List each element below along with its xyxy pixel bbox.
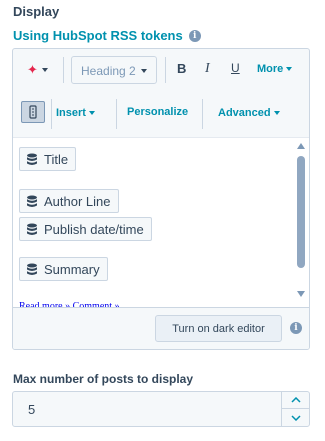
chevron-down-icon [88,111,95,115]
sparkle-icon: ✦ [27,62,38,77]
chevron-down-icon [141,69,147,73]
personalize-button[interactable]: Personalize [127,106,188,118]
info-icon[interactable]: i [290,322,302,334]
scroll-up-icon[interactable] [297,143,305,149]
toolbar-row-2: Insert Personalize Advanced [13,91,309,139]
italic-button[interactable]: I [205,61,210,77]
source-code-button[interactable] [21,101,45,123]
underline-button[interactable]: U [231,61,240,75]
toolbar-divider [116,99,117,129]
editor-scrollbar[interactable] [295,138,307,308]
bold-button[interactable]: B [177,61,186,76]
insert-label: Insert [56,107,86,119]
chevron-down-icon [41,68,48,72]
heading-style-select[interactable]: Heading 2 [71,56,157,84]
chevron-down-icon [286,67,293,71]
insert-menu-button[interactable]: Insert [56,107,95,119]
source-code-icon [29,105,37,119]
token-label: Publish date/time [44,221,144,237]
toolbar-divider [165,57,166,83]
more-menu-button[interactable]: More [257,63,293,75]
more-label: More [257,63,284,75]
token-chip[interactable]: Publish date/time [19,217,152,241]
max-posts-label: Max number of posts to display [13,372,194,386]
scroll-thumb[interactable] [297,156,305,268]
database-icon [27,263,37,275]
decrement-button[interactable] [282,409,309,426]
database-icon [27,153,37,165]
quantity-stepper [281,392,309,426]
token-chip[interactable]: Title [19,147,77,171]
chevron-down-icon [273,111,280,115]
token-chip[interactable]: Summary [19,257,108,281]
toolbar-divider [51,99,52,129]
database-icon [27,195,37,207]
max-posts-value: 5 [28,402,36,417]
increment-button[interactable] [282,392,309,409]
toolbar-divider [202,99,203,129]
toolbar-divider [63,57,64,83]
heading-select-value: Heading 2 [81,64,136,78]
token-chip[interactable]: Author Line [19,189,119,213]
editor-content[interactable]: Title Author Line Publish date/time Summ… [13,137,309,308]
rich-text-editor: ✦ Heading 2 B I U More Insert Personaliz… [12,48,310,350]
advanced-label: Advanced [218,107,271,119]
ai-assist-button[interactable]: ✦ [27,62,48,78]
advanced-menu-button[interactable]: Advanced [218,107,280,119]
rss-tokens-link[interactable]: Using HubSpot RSS tokens [13,28,183,43]
token-label: Author Line [44,193,111,209]
dark-editor-button[interactable]: Turn on dark editor [155,315,282,342]
chevron-up-icon [290,397,301,403]
editor-footer: Turn on dark editor i [13,307,309,349]
rss-tokens-help: Using HubSpot RSS tokens i [13,28,201,43]
scroll-down-icon[interactable] [297,291,305,297]
chevron-down-icon [290,414,301,421]
section-title: Display [13,4,60,19]
info-icon[interactable]: i [188,29,201,42]
token-label: Title [44,151,69,167]
database-icon [27,223,37,235]
max-posts-input[interactable]: 5 [12,391,310,427]
token-label: Summary [44,261,100,277]
toolbar-row-1: ✦ Heading 2 B I U More [13,49,309,91]
